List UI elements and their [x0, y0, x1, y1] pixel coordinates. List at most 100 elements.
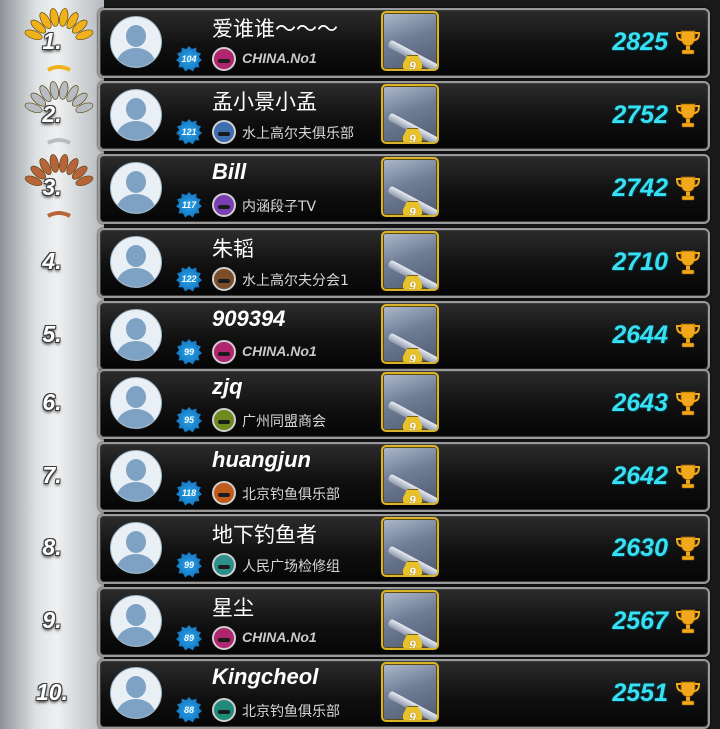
trophy-icon [674, 174, 702, 202]
leaderboard-row[interactable]: 9. 89 星尘 CHINA.No1 9 2567 [0, 585, 720, 657]
cue-level: 9 [409, 564, 416, 577]
player-panel[interactable]: 95 zjq 广州同盟商会 9 2643 [98, 369, 710, 439]
cue-level: 9 [409, 351, 416, 364]
default-avatar-icon[interactable] [110, 522, 162, 574]
player-level: 104 [181, 54, 197, 64]
default-avatar-icon[interactable] [110, 450, 162, 502]
player-panel[interactable]: 117 Bill 内涵段子TV 9 2742 [98, 154, 710, 224]
cue-item-icon[interactable]: 9 [381, 662, 439, 722]
player-score: 2752 [612, 101, 668, 129]
club-name: CHINA.No1 [242, 629, 317, 645]
trophy-icon [674, 101, 702, 129]
level-star-badge-icon: 99 [176, 339, 202, 365]
cue-item-icon[interactable]: 9 [381, 517, 439, 577]
club-name: 广州同盟商会 [242, 414, 326, 430]
player-score: 2825 [612, 28, 668, 56]
player-score: 2630 [612, 534, 668, 562]
cue-item-icon[interactable]: 9 [381, 590, 439, 650]
trophy-icon [674, 534, 702, 562]
club-name: CHINA.No1 [242, 343, 317, 359]
cue-level: 9 [409, 204, 416, 217]
club-name: 北京钓鱼俱乐部 [242, 704, 340, 720]
player-score: 2643 [612, 389, 668, 417]
leaderboard-row[interactable]: 6. 95 zjq 广州同盟商会 9 2643 [0, 367, 720, 439]
club-emblem-icon [212, 553, 236, 577]
level-star-badge-icon: 99 [176, 552, 202, 578]
player-name: 地下钓鱼者 [212, 523, 317, 547]
player-panel[interactable]: 104 爱谁谁～～～ CHINA.No1 9 2825 [98, 8, 710, 78]
trophy-icon [674, 248, 702, 276]
cue-level: 9 [409, 278, 416, 291]
player-level: 99 [183, 347, 194, 357]
club-emblem-icon [212, 626, 236, 650]
default-avatar-icon[interactable] [110, 595, 162, 647]
default-avatar-icon[interactable] [110, 16, 162, 68]
leaderboard-row[interactable]: 10. 88 Kingcheol 北京钓鱼俱乐部 9 2551 [0, 657, 720, 729]
rank-cell: 2. [0, 79, 104, 149]
cue-item-icon[interactable]: 9 [381, 11, 439, 71]
club-name: 内涵段子TV [242, 199, 317, 215]
default-avatar-icon[interactable] [110, 377, 162, 429]
player-score: 2642 [612, 462, 668, 490]
trophy-icon [674, 321, 702, 349]
club-emblem-icon [212, 698, 236, 722]
leaderboard-row[interactable]: 4. 122 朱韬 水上高尔夫分会1 9 2710 [0, 226, 720, 298]
cue-item-icon[interactable]: 9 [381, 157, 439, 217]
leaderboard-row[interactable]: 8. 99 地下钓鱼者 人民广场检修组 9 2630 [0, 512, 720, 584]
trophy-icon [674, 607, 702, 635]
trophy-icon [674, 389, 702, 417]
player-panel[interactable]: 118 huangjun 北京钓鱼俱乐部 9 2642 [98, 442, 710, 512]
player-name: zjq [212, 374, 243, 399]
default-avatar-icon[interactable] [110, 667, 162, 719]
cue-item-icon[interactable]: 9 [381, 304, 439, 364]
leaderboard-row[interactable]: 2. 121 孟小景小孟 水上高尔夫俱乐部 9 2752 [0, 79, 720, 151]
player-score: 2742 [612, 174, 668, 202]
rank-number: 9. [42, 606, 62, 633]
player-name: Bill [212, 159, 247, 184]
level-star-badge-icon: 89 [176, 625, 202, 651]
club-emblem-icon [212, 193, 236, 217]
player-name: huangjun [212, 447, 311, 472]
cue-item-icon[interactable]: 9 [381, 372, 439, 432]
default-avatar-icon[interactable] [110, 236, 162, 288]
cue-level: 9 [409, 709, 416, 722]
player-panel[interactable]: 99 地下钓鱼者 人民广场检修组 9 2630 [98, 514, 710, 584]
club-name: 水上高尔夫分会1 [242, 273, 349, 289]
club-emblem-icon [212, 267, 236, 291]
player-panel[interactable]: 88 Kingcheol 北京钓鱼俱乐部 9 2551 [98, 659, 710, 729]
rank-cell: 8. [0, 512, 104, 582]
cue-item-icon[interactable]: 9 [381, 445, 439, 505]
player-panel[interactable]: 122 朱韬 水上高尔夫分会1 9 2710 [98, 228, 710, 298]
rank-number: 7. [42, 461, 62, 488]
leaderboard-row[interactable]: 7. 118 huangjun 北京钓鱼俱乐部 9 2642 [0, 440, 720, 512]
player-level: 118 [181, 488, 197, 498]
default-avatar-icon[interactable] [110, 89, 162, 141]
default-avatar-icon[interactable] [110, 162, 162, 214]
player-panel[interactable]: 99 909394 CHINA.No1 9 2644 [98, 301, 710, 371]
club-emblem-icon [212, 47, 236, 71]
club-emblem-icon [212, 120, 236, 144]
default-avatar-icon[interactable] [110, 309, 162, 361]
leaderboard-row[interactable]: 3. 117 Bill 内涵段子TV 9 2742 [0, 152, 720, 224]
rank-cell: 1. [0, 6, 104, 76]
rank-cell: 7. [0, 440, 104, 510]
cue-item-icon[interactable]: 9 [381, 231, 439, 291]
trophy-icon [674, 28, 702, 56]
player-name: 星尘 [212, 596, 254, 620]
cue-item-icon[interactable]: 9 [381, 84, 439, 144]
player-panel[interactable]: 89 星尘 CHINA.No1 9 2567 [98, 587, 710, 657]
rank-cell: 10. [0, 657, 104, 727]
leaderboard-row[interactable]: 1. 104 爱谁谁～～～ CHINA.No1 9 2825 [0, 6, 720, 78]
player-panel[interactable]: 121 孟小景小孟 水上高尔夫俱乐部 9 2752 [98, 81, 710, 151]
cue-level: 9 [409, 492, 416, 505]
club-name: 北京钓鱼俱乐部 [242, 487, 340, 503]
player-name: 朱韬 [212, 237, 254, 261]
player-level: 122 [181, 274, 197, 284]
player-level: 89 [183, 633, 194, 643]
rank-number: 2. [42, 100, 62, 127]
leaderboard-row[interactable]: 5. 99 909394 CHINA.No1 9 2644 [0, 299, 720, 371]
player-score: 2551 [612, 679, 668, 707]
level-star-badge-icon: 88 [176, 697, 202, 723]
cue-level: 9 [409, 419, 416, 432]
rank-number: 6. [42, 388, 62, 415]
